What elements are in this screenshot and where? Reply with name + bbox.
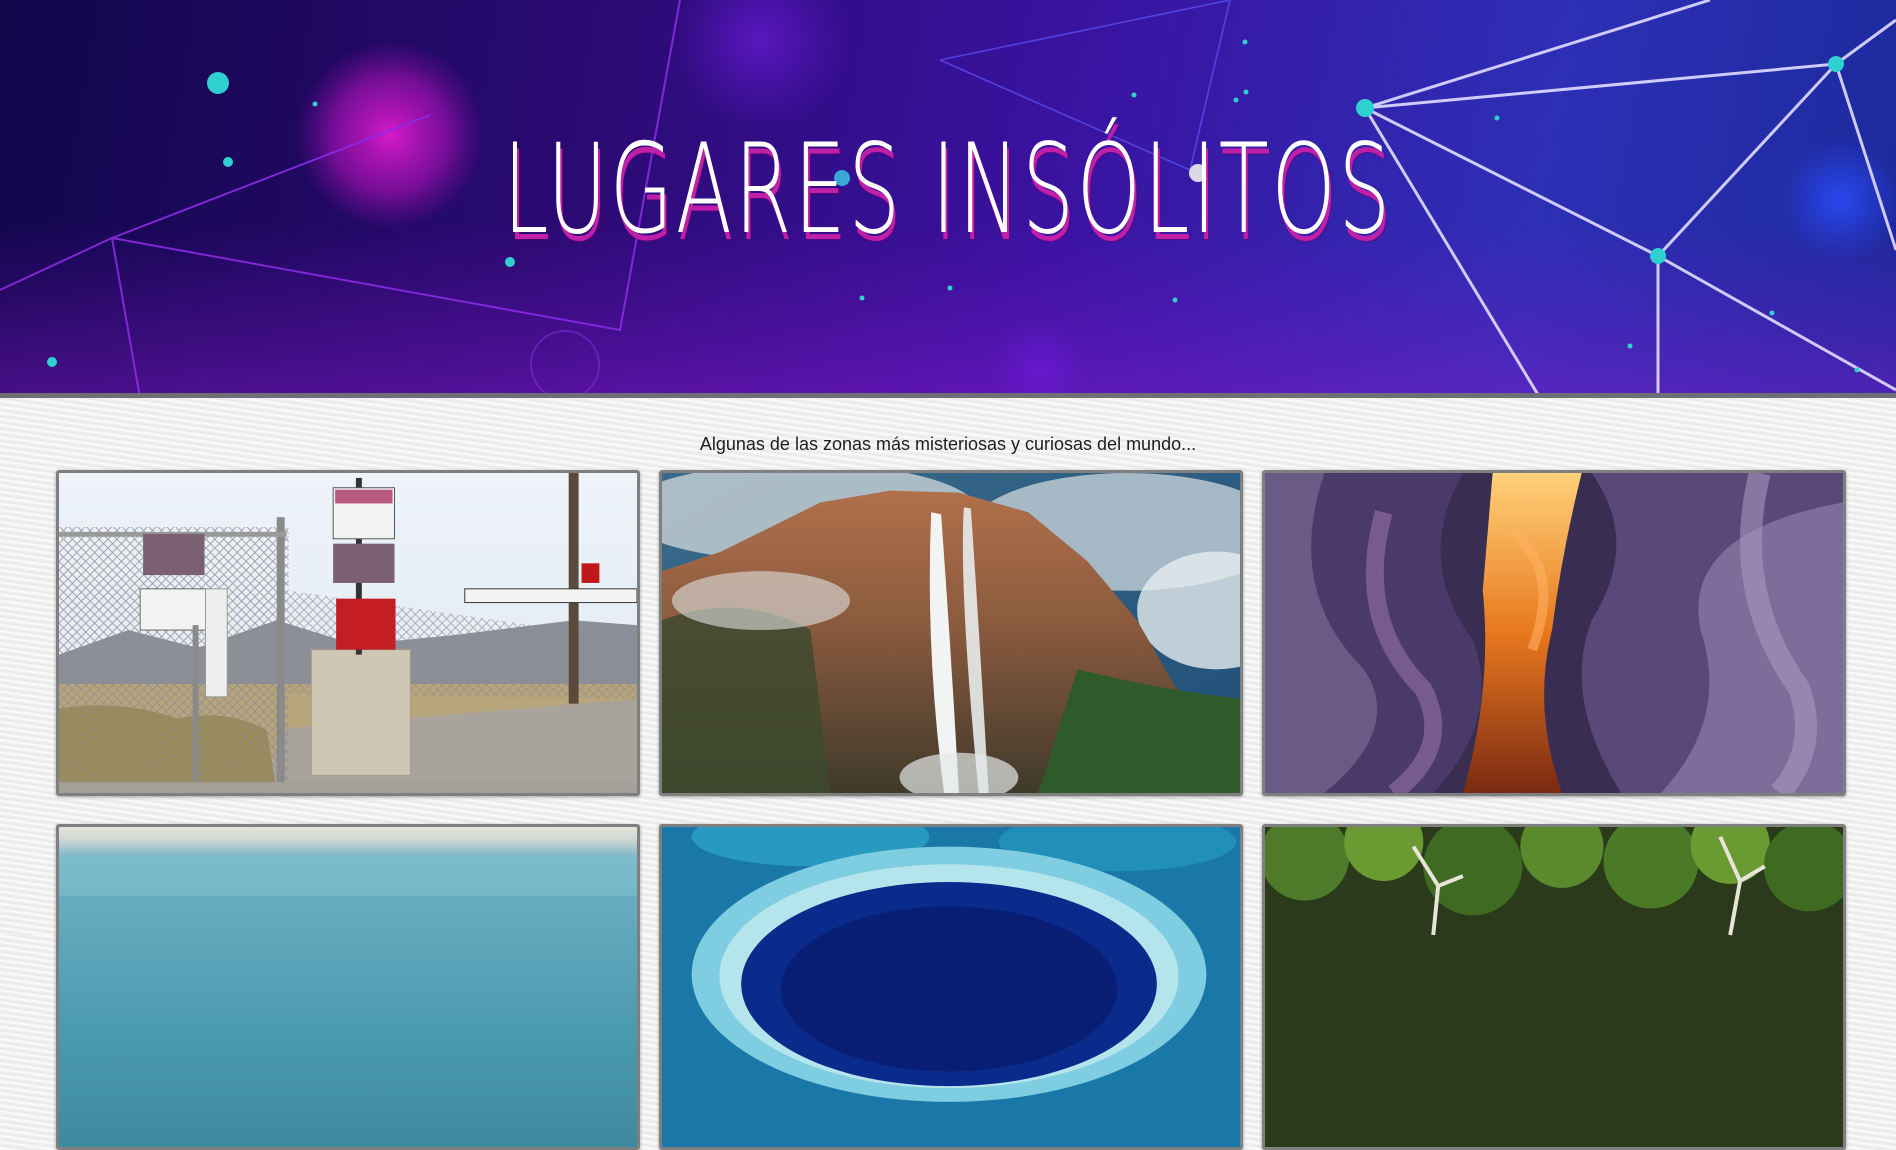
site-title: LUGARES INSÓLITOS bbox=[502, 118, 1394, 262]
place-card-2[interactable] bbox=[659, 470, 1243, 796]
place-card-5[interactable] bbox=[659, 824, 1243, 1150]
canyon-photo bbox=[1265, 473, 1843, 793]
waterfall-photo bbox=[662, 473, 1240, 793]
forest-photo bbox=[1265, 827, 1843, 1147]
restricted-area-photo bbox=[59, 473, 637, 793]
place-card-6[interactable] bbox=[1262, 824, 1846, 1150]
hero-banner: LUGARES INSÓLITOS bbox=[0, 0, 1896, 398]
place-card-4[interactable] bbox=[56, 824, 640, 1150]
intro-tagline: Algunas de las zonas más misteriosas y c… bbox=[699, 434, 1197, 454]
place-card-3[interactable] bbox=[1262, 470, 1846, 796]
turquoise-water-photo bbox=[59, 827, 637, 1147]
blue-hole-photo bbox=[662, 827, 1240, 1147]
place-card-1[interactable] bbox=[56, 470, 640, 796]
